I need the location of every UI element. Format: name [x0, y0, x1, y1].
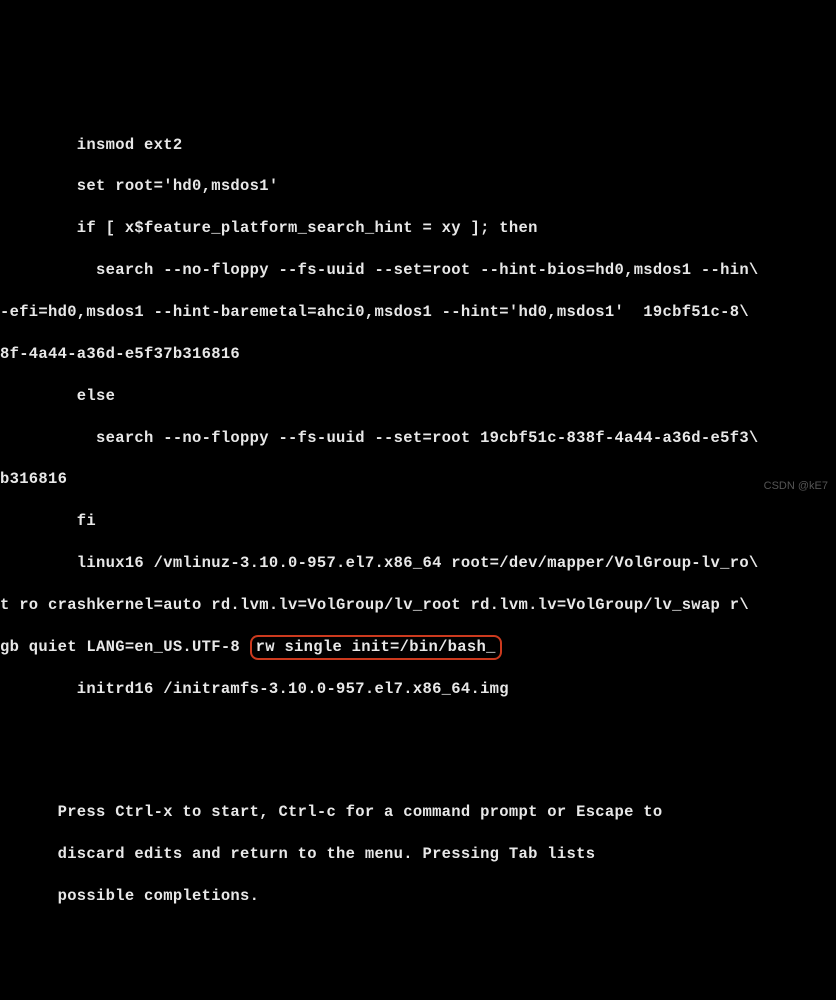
help-line: Press Ctrl-x to start, Ctrl-c for a comm… — [0, 802, 836, 823]
config-line: t ro crashkernel=auto rd.lvm.lv=VolGroup… — [0, 595, 836, 616]
config-line: insmod ext2 — [0, 135, 836, 156]
config-line: search --no-floppy --fs-uuid --set=root … — [0, 260, 836, 281]
config-line: b316816 — [0, 469, 836, 490]
grub-edit-screen[interactable]: insmod ext2 set root='hd0,msdos1' if [ x… — [0, 114, 836, 949]
config-line: linux16 /vmlinuz-3.10.0-957.el7.x86_64 r… — [0, 553, 836, 574]
watermark: CSDN @kE7 — [764, 479, 828, 494]
config-line: fi — [0, 511, 836, 532]
config-line: initrd16 /initramfs-3.10.0-957.el7.x86_6… — [0, 679, 836, 700]
help-line: discard edits and return to the menu. Pr… — [0, 844, 836, 865]
kernel-params-prefix: gb quiet LANG=en_US.UTF-8 — [0, 638, 250, 656]
kernel-params-line: gb quiet LANG=en_US.UTF-8 rw single init… — [0, 637, 836, 658]
grub-help-text: Press Ctrl-x to start, Ctrl-c for a comm… — [0, 781, 836, 927]
help-line: possible completions. — [0, 886, 836, 907]
config-line: 8f-4a44-a36d-e5f37b316816 — [0, 344, 836, 365]
config-line: else — [0, 386, 836, 407]
config-line: -efi=hd0,msdos1 --hint-baremetal=ahci0,m… — [0, 302, 836, 323]
config-line: search --no-floppy --fs-uuid --set=root … — [0, 428, 836, 449]
config-line: set root='hd0,msdos1' — [0, 176, 836, 197]
edited-kernel-args-highlight: rw single init=/bin/bash_ — [250, 635, 502, 660]
config-line: if [ x$feature_platform_search_hint = xy… — [0, 218, 836, 239]
